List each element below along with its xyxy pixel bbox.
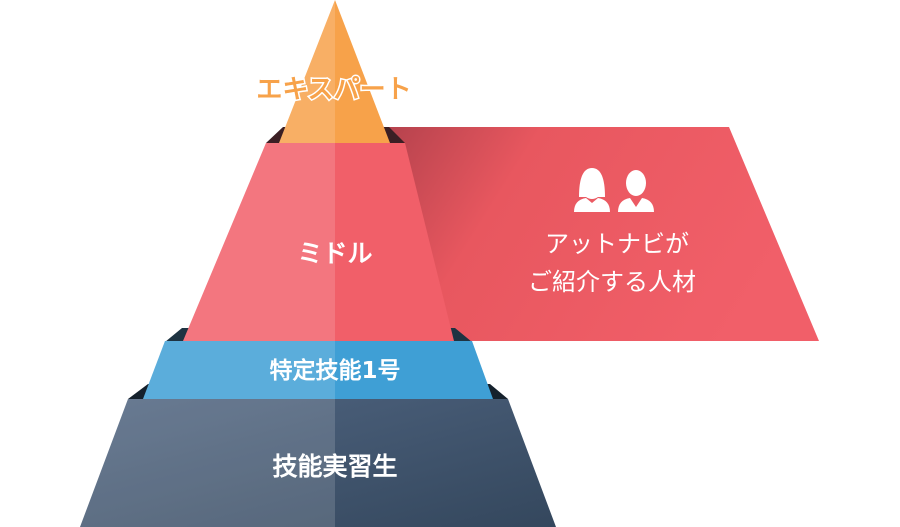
label-middle: ミドル <box>297 239 372 268</box>
banner-line-2: ご紹介する人材 <box>528 268 696 296</box>
label-specified-skill: 特定技能1号 <box>269 357 400 384</box>
pyramid-diagram: エキスパート ミドル 特定技能1号 技能実習生 アットナビが ご紹介する人材 <box>80 0 819 527</box>
label-trainee: 技能実習生 <box>272 452 397 481</box>
label-expert: エキスパート <box>256 75 411 105</box>
banner-line-1: アットナビが <box>545 230 689 258</box>
